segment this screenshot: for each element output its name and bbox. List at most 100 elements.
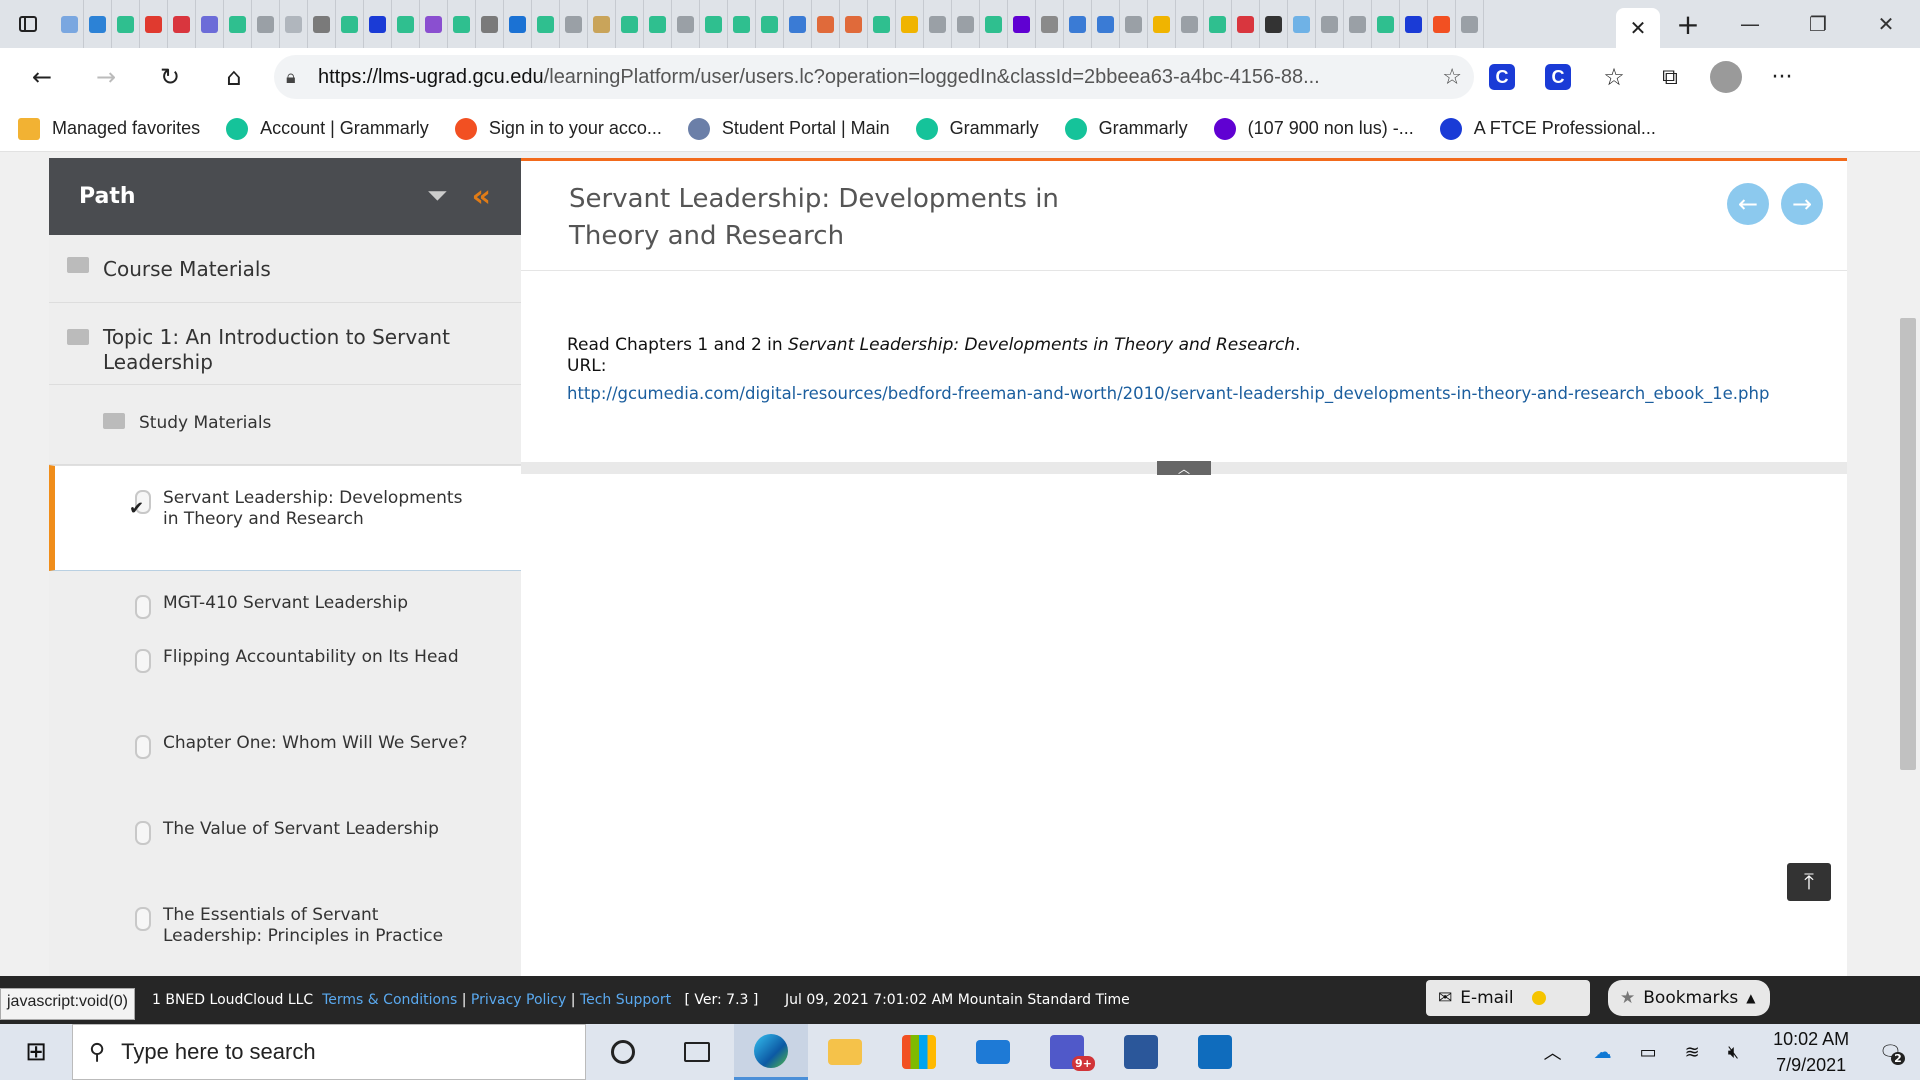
tab[interactable] [952, 0, 980, 48]
tab[interactable] [168, 0, 196, 48]
tab[interactable] [1064, 0, 1092, 48]
next-button[interactable]: → [1781, 183, 1823, 225]
tab[interactable] [868, 0, 896, 48]
collapse-toggle[interactable]: ︿ [1157, 461, 1211, 476]
filter-icon[interactable]: ⏷ [427, 181, 448, 212]
tab[interactable] [448, 0, 476, 48]
tab[interactable] [1428, 0, 1456, 48]
store-button[interactable] [882, 1024, 956, 1080]
list-item[interactable]: The Essentials of Servant Leadership: Pr… [49, 893, 521, 976]
tab[interactable] [756, 0, 784, 48]
tab[interactable] [644, 0, 672, 48]
tab[interactable] [308, 0, 336, 48]
favorite-item[interactable]: Managed favorites [18, 117, 200, 140]
tab[interactable] [672, 0, 700, 48]
teams-button[interactable]: 9+ [1030, 1024, 1104, 1080]
tab[interactable] [196, 0, 224, 48]
page-scrollbar-thumb[interactable] [1900, 318, 1916, 770]
favorite-item[interactable]: Grammarly [915, 117, 1039, 140]
collections-button[interactable]: ⧉ [1642, 54, 1698, 100]
tab[interactable] [700, 0, 728, 48]
tab[interactable] [56, 0, 84, 48]
tab[interactable] [1120, 0, 1148, 48]
tab[interactable] [532, 0, 560, 48]
tab[interactable] [1008, 0, 1036, 48]
tab[interactable] [224, 0, 252, 48]
tab[interactable] [1092, 0, 1120, 48]
tab[interactable] [588, 0, 616, 48]
tab[interactable] [140, 0, 168, 48]
home-button[interactable]: ⌂ [202, 54, 266, 100]
chevron-up-icon[interactable]: ︿ [1544, 1039, 1562, 1065]
tab[interactable] [1344, 0, 1372, 48]
tab[interactable] [336, 0, 364, 48]
scroll-to-top-button[interactable]: ⤒ [1787, 863, 1831, 901]
taskbar-search[interactable]: ⚲ Type here to search [72, 1024, 586, 1080]
clock[interactable]: 10:02 AM 7/9/2021 [1773, 1026, 1849, 1078]
tab-actions-button[interactable] [0, 0, 56, 48]
forward-button[interactable]: → [74, 54, 138, 100]
settings-menu-button[interactable]: ··· [1754, 54, 1810, 100]
notification-center-icon[interactable]: 🗨︎ 2 [1879, 1042, 1905, 1065]
tab[interactable] [896, 0, 924, 48]
tab[interactable] [84, 0, 112, 48]
favorite-item[interactable]: Account | Grammarly [226, 117, 429, 140]
extension-c-1[interactable]: C [1474, 54, 1530, 100]
collapse-sidebar-icon[interactable]: « [472, 179, 491, 214]
tab[interactable] [1456, 0, 1484, 48]
tab[interactable] [1288, 0, 1316, 48]
tab[interactable] [784, 0, 812, 48]
list-item-active[interactable]: ✔ Servant Leadership: Developments in Th… [49, 465, 521, 571]
tab[interactable] [1372, 0, 1400, 48]
tab[interactable] [1148, 0, 1176, 48]
favorite-item[interactable]: A FTCE Professional... [1439, 117, 1656, 140]
edge-taskbar-icon[interactable] [734, 1024, 808, 1080]
url-text[interactable]: https://lms-ugrad.gcu.edu/learningPlatfo… [318, 66, 1442, 89]
bookmarks-button[interactable]: ★ Bookmarks ▲ [1608, 980, 1770, 1016]
list-item[interactable]: Flipping Accountability on Its Head [49, 635, 521, 721]
resource-link[interactable]: http://gcumedia.com/digital-resources/be… [567, 383, 1801, 404]
favorite-item[interactable]: (107 900 non lus) -... [1213, 117, 1414, 140]
tab[interactable] [812, 0, 840, 48]
tab[interactable] [504, 0, 532, 48]
active-tab-close[interactable]: ✕ [1616, 8, 1660, 48]
email-button[interactable]: ✉ E-mail [1426, 980, 1590, 1016]
previous-button[interactable]: ← [1727, 183, 1769, 225]
tab[interactable] [420, 0, 448, 48]
tab[interactable] [112, 0, 140, 48]
tab[interactable] [728, 0, 756, 48]
tab[interactable] [1176, 0, 1204, 48]
file-explorer-button[interactable] [808, 1024, 882, 1080]
folder-topic-1[interactable]: Topic 1: An Introduction to Servant Lead… [49, 303, 521, 385]
refresh-button[interactable]: ↻ [138, 54, 202, 100]
tab[interactable] [1204, 0, 1232, 48]
minimize-button[interactable]: — [1716, 0, 1784, 48]
close-window-button[interactable]: ✕ [1852, 0, 1920, 48]
favorite-item[interactable]: Student Portal | Main [687, 117, 890, 140]
favorite-item[interactable]: Sign in to your acco... [454, 117, 662, 140]
extension-c-2[interactable]: C [1530, 54, 1586, 100]
tab[interactable] [840, 0, 868, 48]
task-view-button[interactable] [660, 1024, 734, 1080]
tab[interactable] [252, 0, 280, 48]
tab[interactable] [1316, 0, 1344, 48]
cortana-button[interactable] [586, 1024, 660, 1080]
tab[interactable] [560, 0, 588, 48]
new-tab-button[interactable]: + [1660, 8, 1716, 41]
restore-button[interactable]: ❐ [1784, 0, 1852, 48]
close-icon[interactable]: ✕ [1630, 16, 1647, 40]
word-button[interactable] [1104, 1024, 1178, 1080]
mail-button[interactable] [956, 1024, 1030, 1080]
list-item[interactable]: The Value of Servant Leadership [49, 807, 521, 893]
add-favorite-icon[interactable]: ☆ [1442, 65, 1462, 90]
list-item[interactable]: Chapter One: Whom Will We Serve? [49, 721, 521, 807]
tab[interactable] [476, 0, 504, 48]
tab[interactable] [364, 0, 392, 48]
tab[interactable] [1400, 0, 1428, 48]
tab[interactable] [392, 0, 420, 48]
tab[interactable] [1260, 0, 1288, 48]
list-item[interactable]: MGT-410 Servant Leadership [49, 571, 521, 635]
folder-study-materials[interactable]: Study Materials [49, 385, 521, 465]
folder-course-materials[interactable]: Course Materials [49, 235, 521, 303]
tab[interactable] [1036, 0, 1064, 48]
